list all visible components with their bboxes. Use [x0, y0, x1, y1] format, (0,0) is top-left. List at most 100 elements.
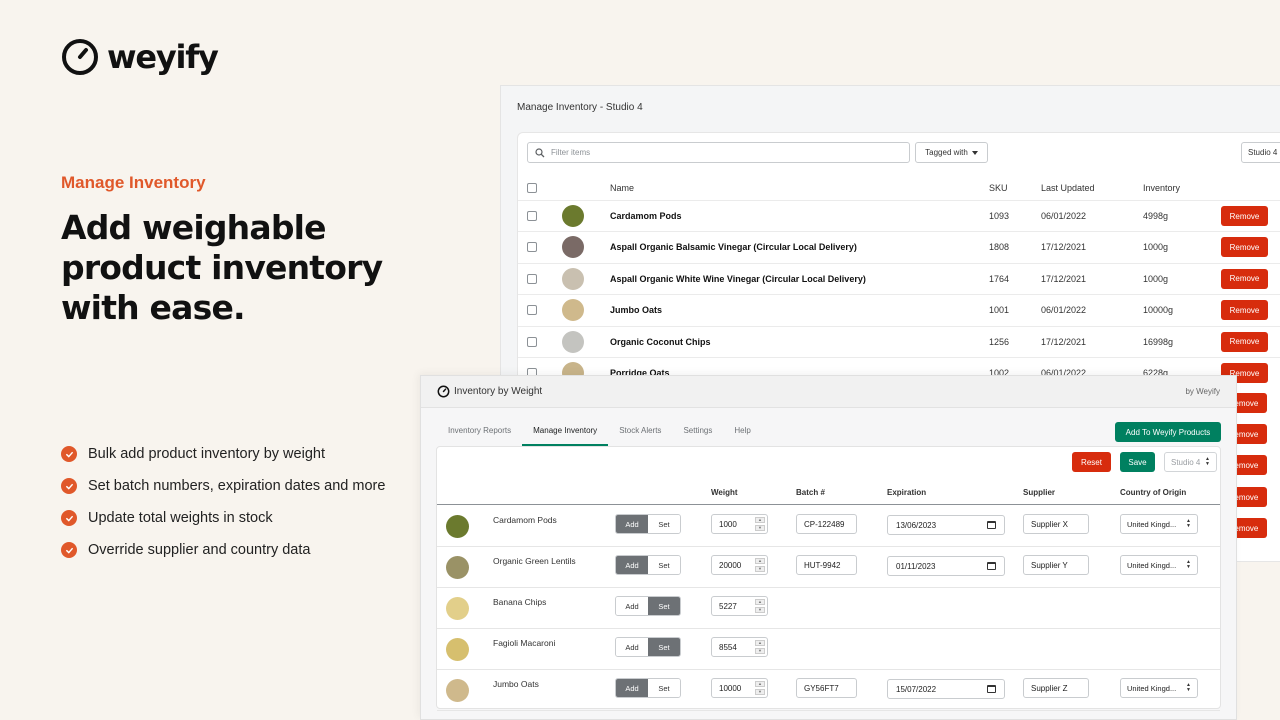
stepper-icon[interactable]: ▲ ▼ — [755, 640, 765, 654]
product-sku: 1256 — [989, 336, 1010, 347]
product-sku: 1001 — [989, 305, 1010, 316]
stepper-icon[interactable]: ▲ ▼ — [755, 558, 765, 572]
product-name: Jumbo Oats — [610, 305, 663, 316]
feature-list: Bulk add product inventory by weight Set… — [61, 438, 385, 566]
product-sku: 1093 — [989, 211, 1010, 221]
column-last-updated: Last Updated — [1041, 183, 1095, 193]
product-thumbnail — [562, 330, 584, 353]
add-option[interactable]: Add — [616, 515, 648, 533]
row-checkbox[interactable] — [527, 305, 537, 316]
hero-headline: Add weighable product inventory with eas… — [61, 208, 383, 327]
weight-input[interactable]: 1000 ▲ ▼ — [711, 514, 768, 534]
set-option[interactable]: Set — [648, 515, 680, 533]
tab-manage-inventory[interactable]: Manage Inventory — [522, 422, 609, 446]
calendar-icon[interactable] — [987, 562, 996, 570]
weight-value: 8554 — [719, 642, 737, 652]
checkmark-icon — [61, 478, 77, 494]
add-set-toggle: Add Set — [615, 555, 681, 575]
set-option[interactable]: Set — [648, 638, 680, 656]
remove-button[interactable]: Remove — [1221, 300, 1268, 321]
last-updated: 17/12/2021 — [1041, 273, 1087, 284]
tab-inventory-reports[interactable]: Inventory Reports — [437, 422, 522, 446]
country-select[interactable]: United Kingd... ▲ ▼ — [1120, 514, 1198, 534]
supplier-input[interactable]: Supplier Z — [1023, 678, 1089, 698]
batch-input[interactable]: GY56FT7 — [796, 678, 857, 698]
expiration-value: 01/11/2023 — [896, 561, 936, 571]
product-thumbnail — [446, 515, 469, 538]
column-supplier: Supplier — [1023, 488, 1056, 497]
country-value: United Kingd... — [1127, 560, 1177, 570]
set-option[interactable]: Set — [648, 597, 680, 615]
batch-input[interactable]: CP-122489 — [796, 514, 857, 534]
entry-table-header: Weight Batch # Expiration Supplier Count… — [437, 480, 1220, 505]
expiration-date-input[interactable]: 15/07/2022 — [887, 679, 1005, 699]
weight-input[interactable]: 8554 ▲ ▼ — [711, 637, 768, 657]
location-select[interactable]: Studio 4 ▲ ▼ — [1164, 452, 1217, 472]
remove-button[interactable]: Remove — [1221, 206, 1268, 226]
add-to-weyify-products-button[interactable]: Add To Weyify Products — [1115, 422, 1221, 442]
weight-value: 1000 — [719, 519, 737, 529]
add-option[interactable]: Add — [616, 597, 648, 615]
table-row: Cardamom Pods 1093 06/01/2022 4998g Remove — [518, 200, 1280, 231]
row-checkbox[interactable] — [527, 336, 537, 347]
select-all-checkbox[interactable] — [527, 183, 537, 193]
row-checkbox[interactable] — [527, 273, 537, 284]
stepper-icon[interactable]: ▲ ▼ — [755, 681, 765, 695]
product-name: Cardamom Pods — [610, 211, 682, 221]
feature-text: Update total weights in stock — [88, 510, 273, 526]
country-value: United Kingd... — [1127, 683, 1177, 693]
filter-input[interactable]: Filter items — [527, 142, 910, 163]
country-select[interactable]: United Kingd... ▲ ▼ — [1120, 555, 1198, 575]
supplier-input[interactable]: Supplier X — [1023, 514, 1089, 534]
weight-value: 20000 — [719, 560, 742, 570]
calendar-icon[interactable] — [987, 521, 996, 529]
feature-item: Set batch numbers, expiration dates and … — [61, 470, 385, 502]
remove-button[interactable]: Remove — [1221, 331, 1268, 352]
add-option[interactable]: Add — [616, 679, 648, 697]
stepper-icon[interactable]: ▲ ▼ — [755, 599, 765, 613]
table-row: Organic Coconut Chips 1256 17/12/2021 16998… — [518, 325, 1280, 357]
weight-input[interactable]: 20000 ▲ ▼ — [711, 555, 768, 575]
set-option[interactable]: Set — [648, 679, 680, 697]
save-button[interactable]: Save — [1120, 452, 1155, 472]
tab-settings[interactable]: Settings — [672, 422, 723, 446]
row-checkbox[interactable] — [527, 242, 537, 253]
batch-value: GY56FT7 — [804, 683, 839, 693]
entry-row: Jumbo Oats Add Set 10000 ▲ ▼ GY56FT7 15/07/2022… — [437, 670, 1220, 711]
remove-button[interactable]: Remove — [1221, 268, 1268, 289]
calendar-icon[interactable] — [987, 685, 996, 693]
stepper-icon[interactable]: ▲ ▼ — [755, 517, 765, 531]
expiration-date-input[interactable]: 01/11/2023 — [887, 556, 1005, 576]
app-header: Inventory by Weight by Weyify — [421, 376, 1236, 408]
reset-button[interactable]: Reset — [1072, 452, 1111, 472]
inventory-amount: 10000g — [1143, 305, 1174, 316]
tagged-with-dropdown[interactable]: Tagged with — [915, 142, 988, 163]
product-name: Fagioli Macaroni — [493, 638, 556, 648]
add-option[interactable]: Add — [616, 638, 648, 656]
weight-input[interactable]: 10000 ▲ ▼ — [711, 678, 768, 698]
country-select[interactable]: United Kingd... ▲ ▼ — [1120, 678, 1198, 698]
entry-row: Fagioli Macaroni Add Set 8554 ▲ ▼ — [437, 629, 1220, 670]
expiration-date-input[interactable]: 13/06/2023 — [887, 515, 1005, 535]
add-option[interactable]: Add — [616, 556, 648, 574]
product-name: Banana Chips — [493, 597, 547, 607]
set-option[interactable]: Set — [648, 556, 680, 574]
remove-button[interactable]: Remove — [1221, 237, 1268, 258]
supplier-input[interactable]: Supplier Y — [1023, 555, 1089, 575]
tab-stock-alerts[interactable]: Stock Alerts — [608, 422, 672, 446]
section-eyebrow: Manage Inventory — [61, 173, 206, 192]
product-name: Aspall Organic White Wine Vinegar (Circu… — [610, 273, 866, 284]
inventory-amount: 1000g — [1143, 242, 1169, 253]
brand-logo: weyify — [61, 38, 219, 76]
location-select[interactable]: Studio 4 — [1241, 142, 1280, 163]
select-arrows-icon: ▲ ▼ — [1205, 456, 1210, 467]
batch-input[interactable]: HUT-9942 — [796, 555, 857, 575]
row-checkbox[interactable] — [527, 211, 537, 221]
product-thumbnail — [562, 236, 584, 259]
caret-down-icon — [971, 150, 978, 155]
product-thumbnail — [446, 597, 469, 620]
tab-help[interactable]: Help — [723, 422, 761, 446]
add-set-toggle: Add Set — [615, 678, 681, 698]
product-thumbnail — [446, 556, 469, 579]
weight-input[interactable]: 5227 ▲ ▼ — [711, 596, 768, 616]
